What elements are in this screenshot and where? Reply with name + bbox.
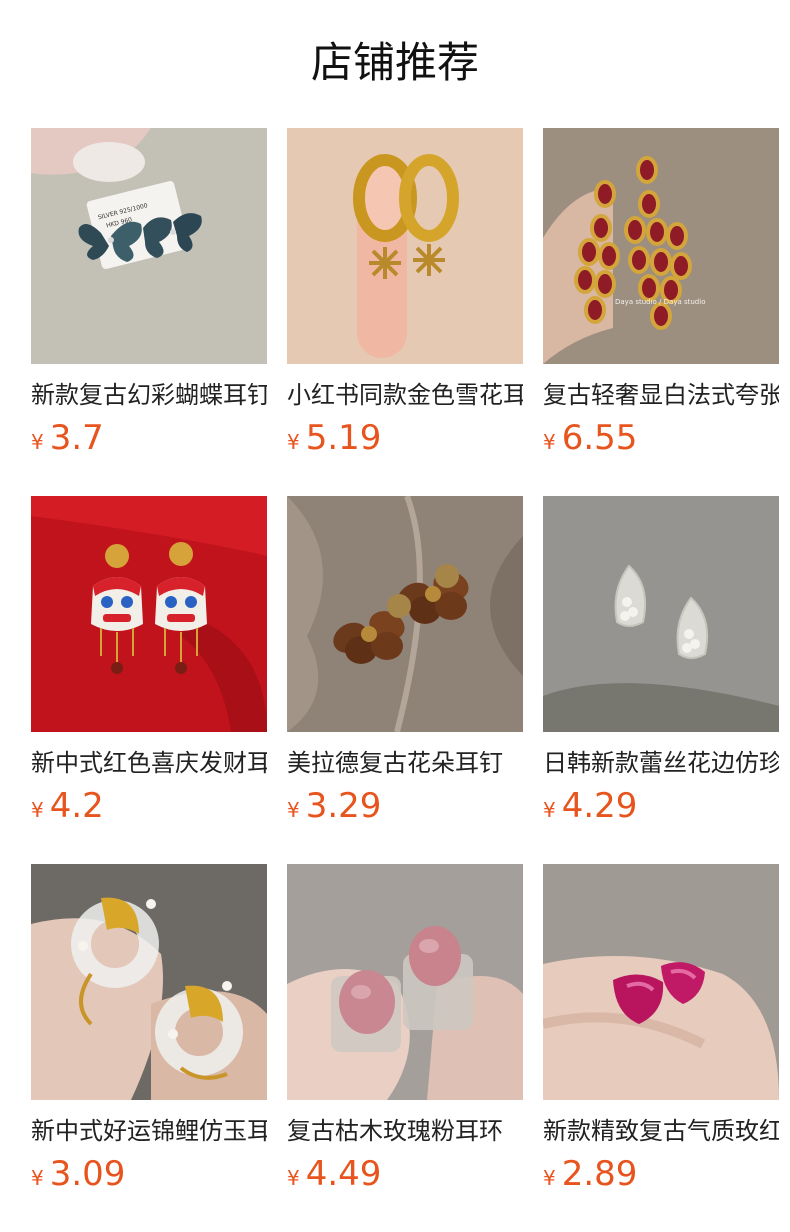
price-value: 6.55 [561,418,638,458]
currency-symbol: ¥ [287,430,300,454]
currency-symbol: ¥ [287,798,300,822]
product-name[interactable]: 新款复古幻彩蝴蝶耳钉 [31,378,267,412]
product-name[interactable]: 复古枯木玫瑰粉耳环 [287,1114,523,1148]
product-card[interactable]: 新中式好运锦鲤仿玉耳环 ¥3.09 [31,864,267,1232]
product-name[interactable]: 新中式红色喜庆发财耳环 [31,746,267,780]
price-value: 5.19 [305,418,382,458]
currency-symbol: ¥ [31,1166,44,1190]
product-price: ¥6.55 [543,418,779,464]
product-card[interactable]: 美拉德复古花朵耳钉 ¥3.29 [287,496,523,864]
product-card[interactable]: 新中式红色喜庆发财耳环 ¥4.2 [31,496,267,864]
product-image-gold-snowflake-hoops[interactable] [287,128,523,364]
currency-symbol: ¥ [287,1166,300,1190]
product-image-magenta-triangle-studs[interactable] [543,864,779,1100]
product-image-brown-flower-studs[interactable] [287,496,523,732]
product-card[interactable]: 小红书同款金色雪花耳环 ¥5.19 [287,128,523,496]
currency-symbol: ¥ [543,430,556,454]
product-card[interactable]: 复古枯木玫瑰粉耳环 ¥4.49 [287,864,523,1232]
page-title: 店铺推荐 [310,38,479,87]
product-name[interactable]: 复古轻奢显白法式夸张耳环 [543,378,779,412]
currency-symbol: ¥ [31,430,44,454]
currency-symbol: ¥ [543,1166,556,1190]
product-card[interactable]: SILVER 925/1000 HKD 960 新款复古幻彩蝴蝶耳钉 ¥3.7 [31,128,267,496]
product-image-lion-dance-earrings[interactable] [31,496,267,732]
currency-symbol: ¥ [543,798,556,822]
product-card[interactable]: 日韩新款蕾丝花边仿珍珠耳钉 ¥4.29 [543,496,779,864]
price-value: 4.2 [49,786,104,826]
product-price: ¥5.19 [287,418,523,464]
product-card[interactable]: 新款精致复古气质玫红耳钉 ¥2.89 [543,864,779,1232]
product-image-red-enamel-chandelier[interactable]: Daya studio / Daya studio [543,128,779,364]
product-price: ¥3.29 [287,786,523,832]
product-image-lace-pearl-studs[interactable] [543,496,779,732]
price-value: 4.49 [305,1154,382,1194]
product-price: ¥4.49 [287,1154,523,1200]
price-value: 3.09 [49,1154,126,1194]
product-price: ¥3.09 [31,1154,267,1200]
price-value: 4.29 [561,786,638,826]
product-image-koi-jade-earrings[interactable] [31,864,267,1100]
product-name[interactable]: 日韩新款蕾丝花边仿珍珠耳钉 [543,746,779,780]
product-price: ¥4.2 [31,786,267,832]
product-price: ¥3.7 [31,418,267,464]
product-price: ¥4.29 [543,786,779,832]
product-image-pink-oval-studs[interactable] [287,864,523,1100]
product-name[interactable]: 新款精致复古气质玫红耳钉 [543,1114,779,1148]
currency-symbol: ¥ [31,798,44,822]
product-price: ¥2.89 [543,1154,779,1200]
product-card[interactable]: Daya studio / Daya studio 复古轻奢显白法式夸张耳环 ¥… [543,128,779,496]
price-value: 2.89 [561,1154,638,1194]
product-name[interactable]: 新中式好运锦鲤仿玉耳环 [31,1114,267,1148]
price-value: 3.7 [49,418,104,458]
price-value: 3.29 [305,786,382,826]
product-name[interactable]: 小红书同款金色雪花耳环 [287,378,523,412]
product-grid: SILVER 925/1000 HKD 960 新款复古幻彩蝴蝶耳钉 ¥3.7 [31,128,779,1232]
product-image-butterfly-earrings[interactable]: SILVER 925/1000 HKD 960 [31,128,267,364]
watermark-text: Daya studio / Daya studio [615,298,705,306]
product-name[interactable]: 美拉德复古花朵耳钉 [287,746,523,780]
